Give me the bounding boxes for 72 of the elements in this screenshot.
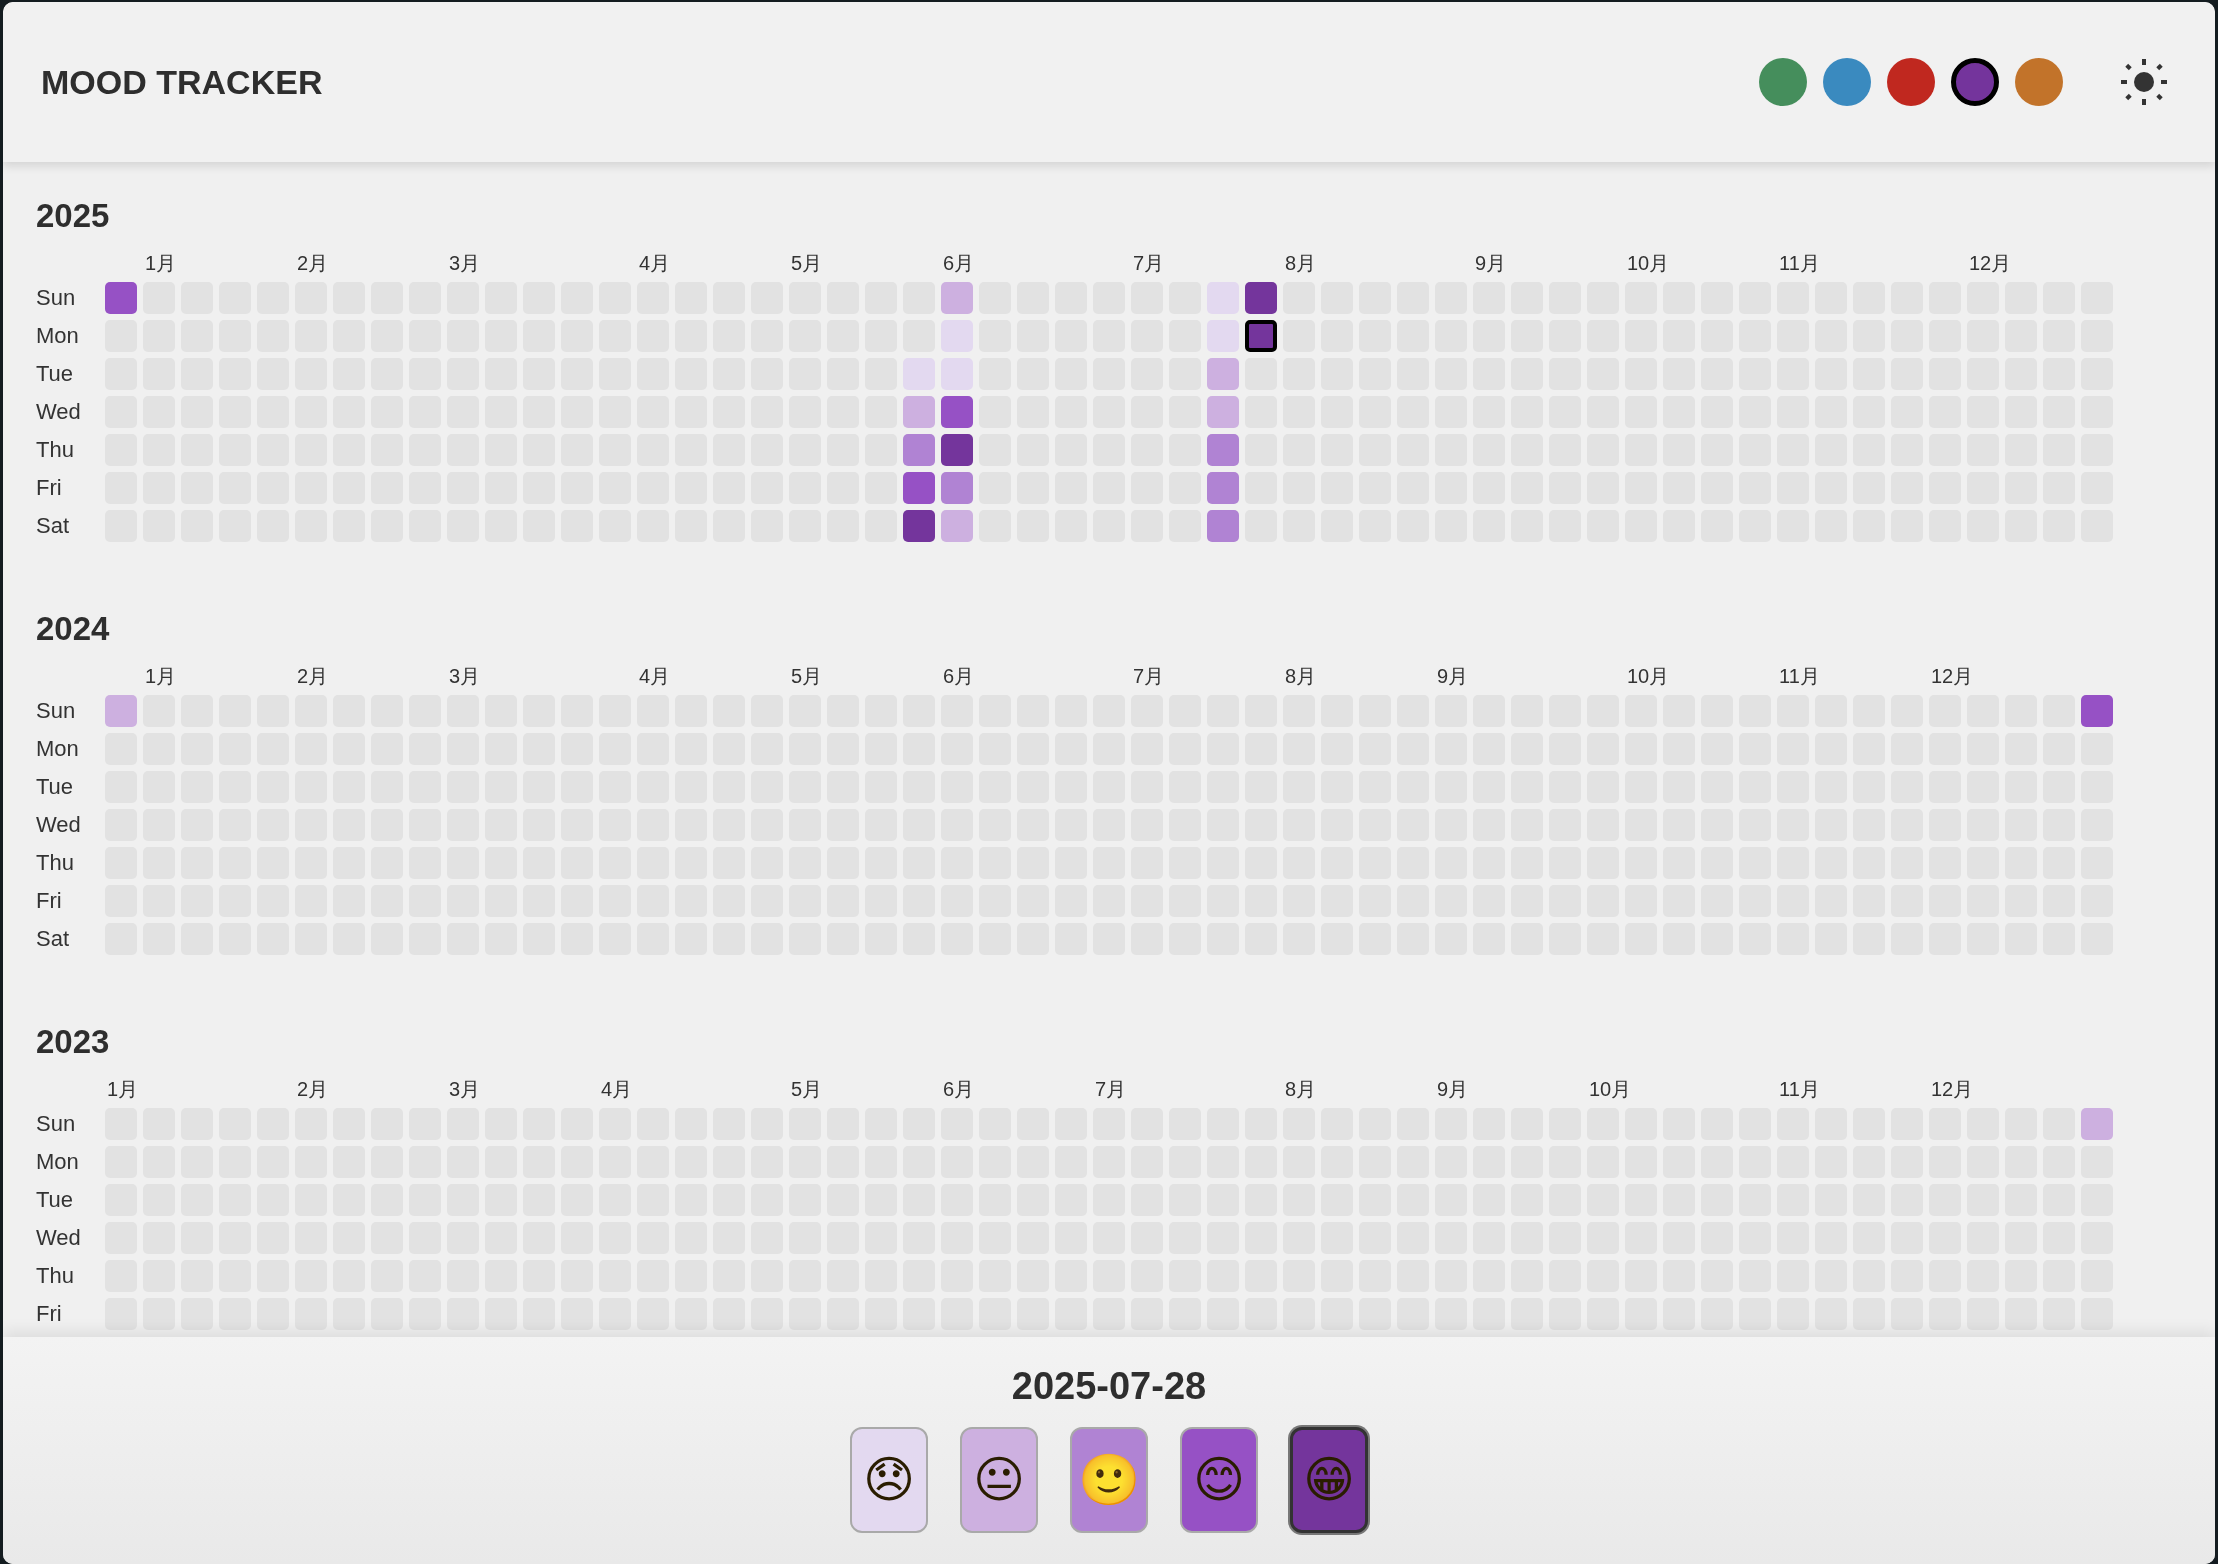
mood-button[interactable]: 😐 — [960, 1427, 1038, 1533]
month-label: 3月 — [448, 663, 482, 689]
month-label: 3月 — [448, 250, 482, 276]
month-label: 12月 — [1930, 1076, 1975, 1102]
month-label: 2月 — [296, 250, 330, 276]
weekday-label: Wed — [36, 398, 82, 426]
theme-color-swatch[interactable] — [1951, 58, 1999, 106]
weekday-label: Mon — [36, 322, 80, 350]
theme-color-swatch[interactable] — [1759, 58, 1807, 106]
weekday-label: Tue — [36, 1186, 75, 1214]
year-heading: 2025 — [36, 196, 111, 236]
month-label: 4月 — [600, 1076, 634, 1102]
app-title: MOOD TRACKER — [41, 62, 324, 102]
weekday-label: Fri — [36, 1300, 63, 1328]
month-label: 8月 — [1284, 1076, 1318, 1102]
month-label: 6月 — [942, 663, 976, 689]
month-label: 6月 — [942, 1076, 976, 1102]
mood-button[interactable]: 😊 — [1180, 1427, 1258, 1533]
month-label: 5月 — [790, 663, 824, 689]
weekday-label: Wed — [36, 1224, 82, 1252]
month-label: 7月 — [1094, 1076, 1128, 1102]
month-label: 8月 — [1284, 663, 1318, 689]
mood-button[interactable]: 😁 — [1290, 1427, 1368, 1533]
theme-color-swatch[interactable] — [1887, 58, 1935, 106]
month-label: 9月 — [1436, 1076, 1470, 1102]
weekday-label: Tue — [36, 360, 75, 388]
weekday-label: Sun — [36, 1110, 77, 1138]
month-label: 3月 — [448, 1076, 482, 1102]
theme-color-swatch[interactable] — [2015, 58, 2063, 106]
year-heading: 2023 — [36, 1022, 111, 1062]
weekday-label: Mon — [36, 735, 80, 763]
weekday-label: Wed — [36, 811, 82, 839]
weekday-label: Tue — [36, 773, 75, 801]
month-label: 10月 — [1626, 250, 1671, 276]
month-label: 4月 — [638, 663, 672, 689]
month-label: 11月 — [1778, 250, 1821, 276]
weekday-label: Fri — [36, 887, 63, 915]
month-label: 10月 — [1588, 1076, 1633, 1102]
month-label: 5月 — [790, 1076, 824, 1102]
weekday-label: Thu — [36, 436, 75, 464]
month-label: 12月 — [1968, 250, 2013, 276]
month-label: 2月 — [296, 663, 330, 689]
weekday-label: Mon — [36, 1148, 80, 1176]
weekday-label: Fri — [36, 474, 63, 502]
month-label: 1月 — [144, 250, 178, 276]
year-heading: 2024 — [36, 609, 111, 649]
weekday-label: Thu — [36, 849, 75, 877]
month-label: 1月 — [106, 1076, 140, 1102]
mood-button[interactable]: 🙂 — [1070, 1427, 1148, 1533]
month-label: 1月 — [144, 663, 178, 689]
sun-icon[interactable] — [2121, 59, 2167, 105]
weekday-label: Sun — [36, 284, 77, 312]
month-label: 7月 — [1132, 250, 1166, 276]
month-label: 11月 — [1778, 1076, 1821, 1102]
weekday-label: Thu — [36, 1262, 75, 1290]
mood-button[interactable]: 😞 — [850, 1427, 928, 1533]
month-label: 2月 — [296, 1076, 330, 1102]
month-label: 10月 — [1626, 663, 1671, 689]
month-label: 6月 — [942, 250, 976, 276]
weekday-label: Sun — [36, 697, 77, 725]
month-label: 12月 — [1930, 663, 1975, 689]
month-label: 9月 — [1436, 663, 1470, 689]
selected-date: 2025-07-28 — [1011, 1364, 1207, 1409]
month-label: 11月 — [1778, 663, 1821, 689]
theme-color-swatch[interactable] — [1823, 58, 1871, 106]
weekday-label: Sat — [36, 512, 71, 540]
month-label: 7月 — [1132, 663, 1166, 689]
weekday-label: Sat — [36, 925, 71, 953]
month-label: 9月 — [1474, 250, 1508, 276]
month-label: 5月 — [790, 250, 824, 276]
month-label: 4月 — [638, 250, 672, 276]
month-label: 8月 — [1284, 250, 1318, 276]
